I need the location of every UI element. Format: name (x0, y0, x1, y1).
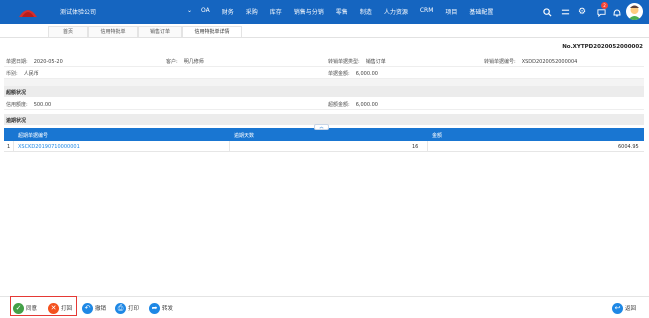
row-amount: 6004.95 (618, 144, 639, 150)
credit-limit-value: 500.00 (33, 102, 52, 108)
nav-item-inventory[interactable]: 库存 (270, 7, 282, 16)
tab-credit-approval-detail[interactable]: 信用特批单详情 (182, 26, 242, 37)
col-divider (229, 141, 230, 152)
nav-item-project[interactable]: 项目 (445, 7, 457, 16)
field-credit-limit: 信用额度: 500.00 (6, 101, 51, 108)
highlight-box (10, 296, 77, 316)
withdraw-label: 撤销 (95, 306, 107, 312)
nav-item-retail[interactable]: 零售 (336, 7, 348, 16)
nav-item-oa[interactable]: OA (201, 7, 210, 16)
nav-item-finance[interactable]: 财务 (222, 7, 234, 16)
currency-label: 币别: (6, 71, 18, 77)
row-doc-link[interactable]: XSCKD20190710000001 (18, 144, 80, 150)
col-header-amount[interactable]: 金额 (432, 132, 442, 139)
notification-badge: 2 (601, 2, 608, 9)
credit-limit-label: 信用额度: (6, 102, 28, 108)
transfer-type-value: 销售订单 (365, 59, 386, 65)
top-nav-bar: 测试体验公司 ⌄ OA 财务 采购 库存 销售与分销 零售 制造 人力资源 CR… (0, 0, 649, 24)
excess-label: 超额金额: (328, 102, 350, 108)
col-divider (427, 141, 428, 152)
section-credit-title: 超额状况 (4, 86, 644, 97)
action-bar: ✓ 同意 ✕ 打回 ↶ 撤销 ⎙ 打印 ➦ 转发 ↩ 返回 (0, 296, 649, 318)
date-value: 2020-05-20 (33, 59, 63, 65)
col-header-doc[interactable]: 超期单据编号 (18, 132, 48, 139)
nav-item-hr[interactable]: 人力资源 (384, 7, 408, 16)
field-currency: 币别: 人民币 (6, 70, 39, 77)
search-icon[interactable] (540, 5, 554, 19)
back-button[interactable]: ↩ 返回 (612, 302, 636, 314)
tab-credit-approval[interactable]: 信用特批单 (88, 26, 138, 37)
nav-item-purchase[interactable]: 采购 (246, 7, 258, 16)
row-index: 1 (7, 144, 11, 150)
transfer-no-value: XSDD2020052000004 (521, 59, 578, 65)
settings-icon[interactable]: ⚙ (575, 5, 589, 19)
forward-button[interactable]: ➦ 转发 (149, 302, 173, 314)
menu-icon[interactable] (558, 5, 572, 19)
amount-value: 6,000.00 (355, 71, 378, 77)
document-number: No.XYTPD2020052000002 (562, 44, 643, 50)
excess-value: 6,000.00 (355, 102, 378, 108)
collapse-toggle[interactable]: ︽ (314, 124, 329, 130)
chevron-down-icon[interactable]: ⌄ (187, 7, 192, 14)
print-icon: ⎙ (115, 302, 126, 314)
company-name[interactable]: 测试体验公司 (60, 7, 96, 16)
print-label: 打印 (128, 306, 140, 312)
row-days: 16 (412, 144, 419, 150)
table-row[interactable]: 1 XSCKD20190710000001 16 6004.95 (4, 141, 644, 152)
col-divider (13, 141, 14, 152)
field-amount: 单据金额: 6,000.00 (328, 70, 378, 77)
form-row-credit: 信用额度: 500.00 超额金额: 6,000.00 (4, 98, 644, 110)
nav-item-base-config[interactable]: 基础配置 (469, 7, 493, 16)
nav-item-manufacturing[interactable]: 制造 (360, 7, 372, 16)
currency-value: 人民币 (23, 71, 39, 77)
tab-sales-order[interactable]: 销售订单 (138, 26, 182, 37)
form-row-2: 币别: 人民币 单据金额: 6,000.00 (4, 67, 644, 79)
print-button[interactable]: ⎙ 打印 (115, 302, 139, 314)
bell-icon[interactable] (610, 5, 624, 19)
transfer-no-label: 转销单据编号: (484, 59, 516, 65)
col-header-days[interactable]: 逾期天数 (234, 132, 254, 139)
customer-label: 客户: (166, 59, 178, 65)
back-label: 返回 (625, 306, 637, 312)
tab-bar: 首页 信用特批单 销售订单 信用特批单详情 (0, 24, 649, 38)
undo-icon: ↶ (82, 302, 93, 314)
forward-icon: ➦ (149, 302, 160, 314)
form-row-1: 单据日期: 2020-05-20 客户: 明几修师 转销单据类型: 销售订单 转销单据… (4, 55, 644, 67)
tab-home[interactable]: 首页 (48, 26, 88, 37)
transfer-type-label: 转销单据类型: (328, 59, 360, 65)
back-icon: ↩ (612, 302, 623, 314)
user-avatar[interactable] (626, 3, 643, 20)
date-label: 单据日期: (6, 59, 28, 65)
nav-item-crm[interactable]: CRM (420, 7, 434, 16)
field-excess: 超额金额: 6,000.00 (328, 101, 378, 108)
field-date: 单据日期: 2020-05-20 (6, 58, 63, 65)
company-logo-icon (19, 10, 37, 17)
field-customer: 客户: 明几修师 (166, 58, 204, 65)
amount-label: 单据金额: (328, 71, 350, 77)
withdraw-button[interactable]: ↶ 撤销 (82, 302, 106, 314)
forward-label: 转发 (162, 306, 174, 312)
nav-item-sales[interactable]: 销售与分销 (294, 7, 324, 16)
customer-value: 明几修师 (183, 59, 204, 65)
field-transfer-no: 转销单据编号: XSDD2020052000004 (484, 58, 577, 65)
main-nav: OA 财务 采购 库存 销售与分销 零售 制造 人力资源 CRM 项目 基础配置 (201, 7, 505, 16)
field-transfer-type: 转销单据类型: 销售订单 (328, 58, 386, 65)
